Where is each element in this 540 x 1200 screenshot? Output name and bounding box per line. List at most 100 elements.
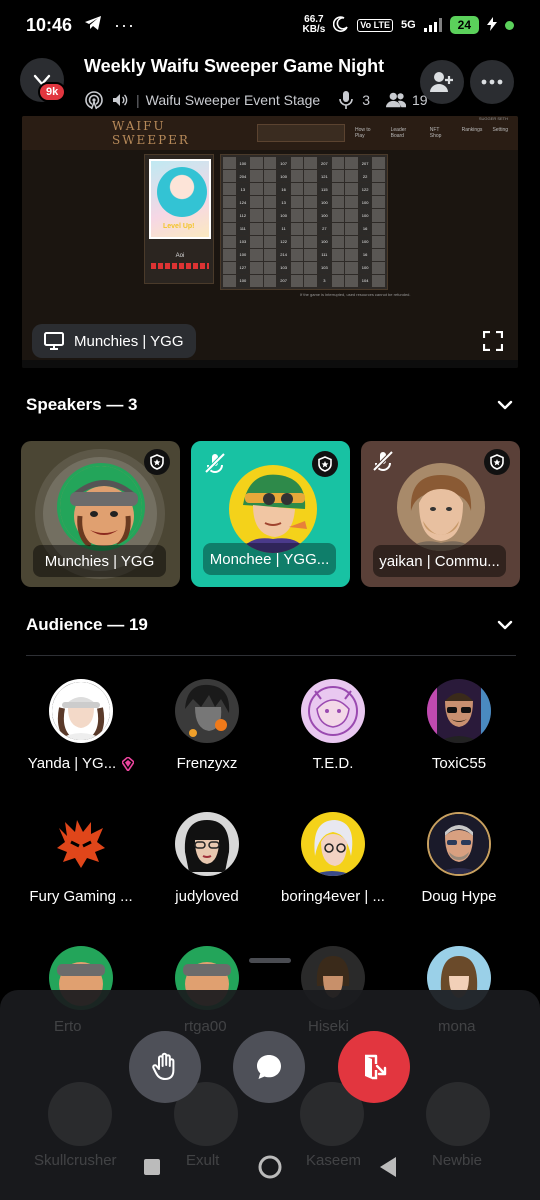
- game-menu-item: How to Play: [354, 127, 371, 139]
- leave-stage-button[interactable]: [338, 1031, 410, 1103]
- grid-cell: [290, 222, 304, 235]
- grid-cell: [304, 235, 318, 248]
- screen-share-stream[interactable]: WAIFU SWEEPER How to Play Leader Board N…: [22, 116, 518, 368]
- grid-cell: [290, 183, 304, 196]
- grid-cell: [304, 170, 318, 183]
- grid-cell: 124: [236, 196, 250, 209]
- speakers-section-header[interactable]: Speakers — 3: [26, 394, 516, 416]
- more-notifications-icon: ···: [114, 14, 136, 35]
- avatar: [397, 463, 485, 551]
- raise-hand-button[interactable]: [129, 1031, 201, 1103]
- audience-member[interactable]: ToxiC55: [394, 679, 524, 772]
- triangle-back-icon: [380, 1157, 396, 1177]
- grid-cell: 103: [277, 261, 290, 274]
- grid-cell: [331, 209, 345, 222]
- grid-cell: 16: [277, 183, 290, 196]
- grid-cell: [345, 248, 358, 261]
- invite-button[interactable]: [420, 60, 464, 104]
- audience-member[interactable]: boring4ever | ...: [268, 812, 398, 905]
- grid-cell: [331, 222, 345, 235]
- member-name: Newbie: [432, 1152, 483, 1169]
- fullscreen-button[interactable]: [478, 326, 508, 356]
- audience-member[interactable]: Yanda | YG...: [16, 679, 146, 772]
- grid-cell: 100: [358, 209, 372, 222]
- avatar: [49, 812, 113, 876]
- recents-button[interactable]: [137, 1152, 167, 1182]
- chat-button[interactable]: [233, 1031, 305, 1103]
- grid-cell: [263, 196, 277, 209]
- avatar: [48, 1082, 112, 1146]
- grid-cell: [372, 183, 385, 196]
- member-name: boring4ever | ...: [281, 888, 385, 905]
- audience-member[interactable]: Doug Hype: [394, 812, 524, 905]
- hand-icon: [152, 1052, 175, 1080]
- member-name: Fury Gaming ...: [29, 888, 133, 905]
- grid-cell: 100: [236, 274, 250, 287]
- audience-member[interactable]: Fury Gaming ...: [16, 812, 146, 905]
- grid-cell: [263, 248, 277, 261]
- grid-cell: [223, 183, 236, 196]
- grid-cell: [223, 274, 236, 287]
- nitro-boost-icon: [122, 756, 135, 771]
- audience-section-header[interactable]: Audience — 19: [26, 614, 516, 636]
- grid-cell: [345, 196, 358, 209]
- home-button[interactable]: [255, 1152, 285, 1182]
- avatar: [427, 679, 491, 743]
- muted-icon: [369, 447, 397, 475]
- game-menu: How to Play Leader Board NFT Shop Rankin…: [355, 127, 508, 139]
- page-title: Weekly Waifu Sweeper Game Night: [84, 56, 385, 76]
- grid-cell: [250, 209, 263, 222]
- grid-cell: 207: [318, 157, 331, 170]
- do-not-disturb-icon: [333, 15, 349, 35]
- back-button[interactable]: [373, 1152, 403, 1182]
- grid-cell: [331, 261, 345, 274]
- grid-cell: 214: [277, 248, 290, 261]
- sheet-handle[interactable]: [249, 958, 291, 963]
- grid-cell: [372, 157, 385, 170]
- grid-cell: [331, 170, 345, 183]
- grid-cell: [223, 248, 236, 261]
- grid-cell: [263, 274, 277, 287]
- divider: [26, 655, 516, 656]
- speaker-tile[interactable]: Munchies | YGG: [21, 441, 180, 587]
- streamer-label[interactable]: Munchies | YGG: [32, 324, 196, 358]
- member-name: ToxiC55: [431, 755, 487, 772]
- audience-member[interactable]: T.E.D.: [268, 679, 398, 772]
- grid-cell: [331, 235, 345, 248]
- battery-icon: 24: [449, 16, 479, 34]
- grid-cell: 13: [236, 183, 250, 196]
- audience-member[interactable]: judyloved: [142, 812, 272, 905]
- grid-cell: [304, 209, 318, 222]
- speaker-tile[interactable]: yaikan | Commu...: [361, 441, 520, 587]
- grid-cell: [372, 222, 385, 235]
- audience-member[interactable]: Frenzyxz: [142, 679, 272, 772]
- streamer-name: Munchies | YGG: [74, 332, 184, 350]
- grid-cell: 100: [318, 209, 331, 222]
- grid-cell: [304, 157, 318, 170]
- grid-cell: [263, 170, 277, 183]
- hearts-icon: [151, 263, 209, 269]
- grid-cell: 100: [236, 248, 250, 261]
- grid-cell: 121: [318, 170, 331, 183]
- charging-icon: [487, 16, 497, 34]
- game-menu-item: Leader Board: [390, 127, 407, 139]
- grid-cell: 100: [358, 261, 372, 274]
- more-options-button[interactable]: [470, 60, 514, 104]
- avatar: [49, 679, 113, 743]
- member-name: Erto: [54, 1018, 82, 1035]
- grid-cell: 100: [358, 235, 372, 248]
- people-icon: [386, 90, 407, 110]
- avatar: [426, 1082, 490, 1146]
- grid-cell: [372, 235, 385, 248]
- card-tag: Level Up!: [163, 223, 195, 230]
- speaker-tile[interactable]: Monchee | YGG...: [191, 441, 350, 587]
- grid-cell: 100: [318, 196, 331, 209]
- grid-cell: [250, 170, 263, 183]
- stage-name: Waifu Sweeper Event Stage: [145, 92, 321, 108]
- avatar: [301, 812, 365, 876]
- grid-cell: [290, 196, 304, 209]
- avatar: [57, 463, 145, 551]
- stage-header: 9k Weekly Waifu Sweeper Game Night | Wai…: [0, 54, 540, 116]
- grid-cell: [372, 196, 385, 209]
- grid-cell: [250, 248, 263, 261]
